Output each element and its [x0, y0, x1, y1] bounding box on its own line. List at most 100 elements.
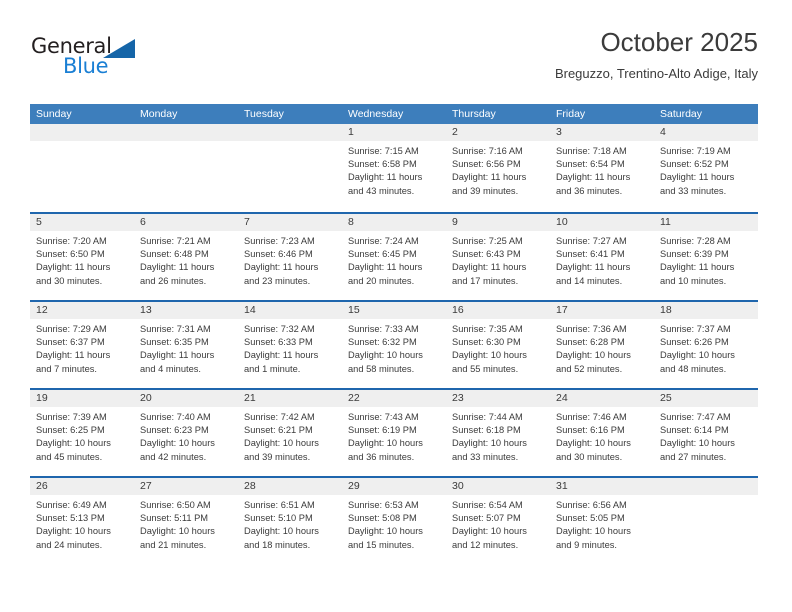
- daylight-text-line2: and 14 minutes.: [556, 275, 623, 286]
- daylight-text-line2: and 27 minutes.: [660, 451, 727, 462]
- week-row: 1 Sunrise: 7:15 AM Sunset: 6:58 PM Daylight…: [30, 124, 758, 212]
- daylight-text-line2: and 21 minutes.: [140, 539, 207, 550]
- sunset-text: Sunset: 6:21 PM: [244, 425, 313, 436]
- day-number: 8: [348, 216, 354, 228]
- daylight-text-line2: and 43 minutes.: [348, 185, 415, 196]
- daylight-text-line1: Daylight: 11 hours: [556, 172, 631, 183]
- sunrise-text: Sunrise: 7:28 AM: [660, 236, 731, 246]
- day-details: Sunrise: 7:32 AM Sunset: 6:33 PM Daylight:…: [238, 319, 342, 376]
- day-number-band: 29: [342, 478, 446, 495]
- weekday-header-saturday: Saturday: [660, 108, 703, 120]
- sunrise-text: Sunrise: 7:15 AM: [348, 146, 419, 156]
- day-number-band: 5: [30, 214, 134, 231]
- day-cell[interactable]: 4 Sunrise: 7:19 AM Sunset: 6:52 PM Daylight…: [654, 124, 758, 212]
- day-number-band: 4: [654, 124, 758, 141]
- sunset-text: Sunset: 6:35 PM: [140, 337, 209, 348]
- day-cell[interactable]: 12 Sunrise: 7:29 AM Sunset: 6:37 PM Dayligh…: [30, 302, 134, 388]
- day-number-band: 1: [342, 124, 446, 141]
- day-cell[interactable]: 9 Sunrise: 7:25 AM Sunset: 6:43 PM Daylight…: [446, 214, 550, 300]
- day-details: Sunrise: 6:49 AM Sunset: 5:13 PM Daylight:…: [30, 495, 134, 552]
- day-cell[interactable]: 13 Sunrise: 7:31 AM Sunset: 6:35 PM Dayligh…: [134, 302, 238, 388]
- daylight-text-line1: Daylight: 10 hours: [348, 526, 423, 537]
- daylight-text-line2: and 39 minutes.: [244, 451, 311, 462]
- sunrise-text: Sunrise: 7:47 AM: [660, 412, 731, 422]
- daylight-text-line2: and 9 minutes.: [556, 539, 617, 550]
- day-number: 27: [140, 480, 152, 492]
- day-number-band: 12: [30, 302, 134, 319]
- day-number: 21: [244, 392, 256, 404]
- day-cell[interactable]: 17 Sunrise: 7:36 AM Sunset: 6:28 PM Dayligh…: [550, 302, 654, 388]
- day-cell[interactable]: 24 Sunrise: 7:46 AM Sunset: 6:16 PM Dayligh…: [550, 390, 654, 476]
- sunrise-text: Sunrise: 7:39 AM: [36, 412, 107, 422]
- day-number: 15: [348, 304, 360, 316]
- day-cell[interactable]: 18 Sunrise: 7:37 AM Sunset: 6:26 PM Dayligh…: [654, 302, 758, 388]
- day-details: Sunrise: 7:21 AM Sunset: 6:48 PM Daylight:…: [134, 231, 238, 288]
- day-cell[interactable]: 20 Sunrise: 7:40 AM Sunset: 6:23 PM Dayligh…: [134, 390, 238, 476]
- day-number-band: 21: [238, 390, 342, 407]
- day-cell[interactable]: 3 Sunrise: 7:18 AM Sunset: 6:54 PM Daylight…: [550, 124, 654, 212]
- day-cell[interactable]: 7 Sunrise: 7:23 AM Sunset: 6:46 PM Daylight…: [238, 214, 342, 300]
- day-cell[interactable]: 29 Sunrise: 6:53 AM Sunset: 5:08 PM Dayligh…: [342, 478, 446, 564]
- day-cell[interactable]: 21 Sunrise: 7:42 AM Sunset: 6:21 PM Dayligh…: [238, 390, 342, 476]
- day-cell[interactable]: 16 Sunrise: 7:35 AM Sunset: 6:30 PM Dayligh…: [446, 302, 550, 388]
- day-number-band: 2: [446, 124, 550, 141]
- day-number: 29: [348, 480, 360, 492]
- day-number: 24: [556, 392, 568, 404]
- sunset-text: Sunset: 6:23 PM: [140, 425, 209, 436]
- day-number: 20: [140, 392, 152, 404]
- week-row: 12 Sunrise: 7:29 AM Sunset: 6:37 PM Dayligh…: [30, 300, 758, 388]
- day-number: 13: [140, 304, 152, 316]
- day-cell[interactable]: 27 Sunrise: 6:50 AM Sunset: 5:11 PM Dayligh…: [134, 478, 238, 564]
- weekday-header-monday: Monday: [140, 108, 178, 120]
- sunset-text: Sunset: 6:48 PM: [140, 249, 209, 260]
- day-cell[interactable]: 25 Sunrise: 7:47 AM Sunset: 6:14 PM Dayligh…: [654, 390, 758, 476]
- day-number: 6: [140, 216, 146, 228]
- day-cell[interactable]: 5 Sunrise: 7:20 AM Sunset: 6:50 PM Daylight…: [30, 214, 134, 300]
- daylight-text-line1: Daylight: 11 hours: [660, 262, 735, 273]
- sunset-text: Sunset: 6:50 PM: [36, 249, 105, 260]
- weekday-header-wednesday: Wednesday: [348, 108, 404, 120]
- day-details: Sunrise: 7:29 AM Sunset: 6:37 PM Daylight:…: [30, 319, 134, 376]
- day-cell[interactable]: 11 Sunrise: 7:28 AM Sunset: 6:39 PM Dayligh…: [654, 214, 758, 300]
- day-number: 28: [244, 480, 256, 492]
- day-details: Sunrise: 7:20 AM Sunset: 6:50 PM Daylight:…: [30, 231, 134, 288]
- day-cell[interactable]: 2 Sunrise: 7:16 AM Sunset: 6:56 PM Daylight…: [446, 124, 550, 212]
- day-cell[interactable]: 19 Sunrise: 7:39 AM Sunset: 6:25 PM Dayligh…: [30, 390, 134, 476]
- weeks-container: 1 Sunrise: 7:15 AM Sunset: 6:58 PM Daylight…: [30, 124, 758, 564]
- daylight-text-line2: and 33 minutes.: [660, 185, 727, 196]
- day-cell[interactable]: 15 Sunrise: 7:33 AM Sunset: 6:32 PM Dayligh…: [342, 302, 446, 388]
- sunrise-text: Sunrise: 7:35 AM: [452, 324, 523, 334]
- day-cell[interactable]: 10 Sunrise: 7:27 AM Sunset: 6:41 PM Dayligh…: [550, 214, 654, 300]
- day-details: Sunrise: 7:33 AM Sunset: 6:32 PM Daylight:…: [342, 319, 446, 376]
- sunset-text: Sunset: 6:43 PM: [452, 249, 521, 260]
- daylight-text-line2: and 4 minutes.: [140, 363, 201, 374]
- daylight-text-line2: and 23 minutes.: [244, 275, 311, 286]
- sunset-text: Sunset: 6:30 PM: [452, 337, 521, 348]
- day-cell[interactable]: 23 Sunrise: 7:44 AM Sunset: 6:18 PM Dayligh…: [446, 390, 550, 476]
- day-cell[interactable]: 26 Sunrise: 6:49 AM Sunset: 5:13 PM Dayligh…: [30, 478, 134, 564]
- sunset-text: Sunset: 6:45 PM: [348, 249, 417, 260]
- sunset-text: Sunset: 6:26 PM: [660, 337, 729, 348]
- day-cell[interactable]: 8 Sunrise: 7:24 AM Sunset: 6:45 PM Daylight…: [342, 214, 446, 300]
- day-cell[interactable]: 30 Sunrise: 6:54 AM Sunset: 5:07 PM Dayligh…: [446, 478, 550, 564]
- day-cell[interactable]: 6 Sunrise: 7:21 AM Sunset: 6:48 PM Daylight…: [134, 214, 238, 300]
- day-cell[interactable]: 14 Sunrise: 7:32 AM Sunset: 6:33 PM Dayligh…: [238, 302, 342, 388]
- day-cell[interactable]: 1 Sunrise: 7:15 AM Sunset: 6:58 PM Daylight…: [342, 124, 446, 212]
- daylight-text-line1: Daylight: 10 hours: [452, 526, 527, 537]
- sunset-text: Sunset: 5:10 PM: [244, 513, 313, 524]
- daylight-text-line2: and 52 minutes.: [556, 363, 623, 374]
- daylight-text-line2: and 7 minutes.: [36, 363, 97, 374]
- daylight-text-line2: and 55 minutes.: [452, 363, 519, 374]
- sunset-text: Sunset: 6:58 PM: [348, 159, 417, 170]
- day-cell[interactable]: 28 Sunrise: 6:51 AM Sunset: 5:10 PM Dayligh…: [238, 478, 342, 564]
- calendar-page: General Blue October 2025 Breguzzo, Tren…: [0, 0, 792, 612]
- day-cell[interactable]: 31 Sunrise: 6:56 AM Sunset: 5:05 PM Dayligh…: [550, 478, 654, 564]
- sunrise-text: Sunrise: 7:16 AM: [452, 146, 523, 156]
- general-blue-logo[interactable]: General Blue: [31, 34, 161, 86]
- sunrise-text: Sunrise: 7:37 AM: [660, 324, 731, 334]
- daylight-text-line2: and 18 minutes.: [244, 539, 311, 550]
- daylight-text-line1: Daylight: 10 hours: [348, 438, 423, 449]
- day-cell[interactable]: 22 Sunrise: 7:43 AM Sunset: 6:19 PM Dayligh…: [342, 390, 446, 476]
- sunset-text: Sunset: 6:18 PM: [452, 425, 521, 436]
- daylight-text-line1: Daylight: 10 hours: [244, 526, 319, 537]
